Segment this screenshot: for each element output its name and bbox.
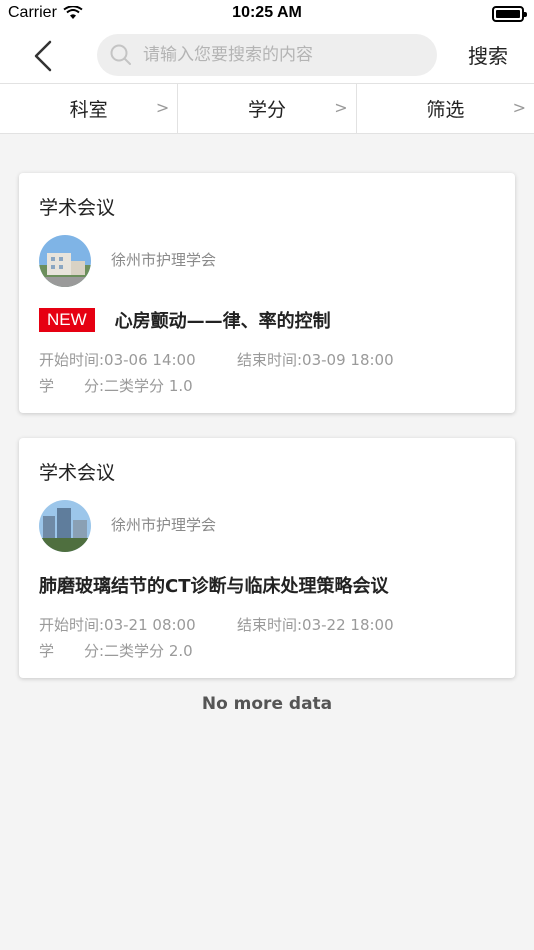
credit-row: 学 分:二类学分 1.0 (39, 375, 193, 396)
time-row: 开始时间:03-06 14:00 结束时间:03-09 18:00 (39, 349, 394, 370)
org-name: 徐州市护理学会 (111, 516, 217, 534)
org-name: 徐州市护理学会 (111, 251, 217, 269)
title-row: NEW 心房颤动——律、率的控制 (39, 307, 331, 333)
filter-label: 筛选 (426, 99, 465, 121)
credit-row: 学 分:二类学分 2.0 (39, 640, 193, 661)
card-type: 学术会议 (39, 197, 116, 219)
card-type: 学术会议 (39, 462, 116, 484)
chevron-right-icon: > (155, 98, 170, 117)
filter-bar: 科室 > 学分 > 筛选 > (0, 84, 534, 134)
new-badge: NEW (39, 308, 95, 332)
filter-credit[interactable]: 学分 > (178, 84, 357, 133)
back-chevron-icon[interactable] (26, 38, 62, 74)
title-row: 肺磨玻璃结节的CT诊断与临床处理策略会议 (39, 572, 389, 598)
start-time: 开始时间:03-06 14:00 (39, 351, 196, 369)
filter-label: 科室 (69, 99, 108, 121)
search-icon (110, 44, 131, 65)
meeting-card[interactable]: 学术会议 徐州市护理学会 肺磨玻璃结节的CT诊断与临床处理策略会议 开始时间:0… (19, 438, 515, 678)
filter-department[interactable]: 科室 > (0, 84, 179, 133)
chevron-right-icon: > (512, 98, 526, 117)
filter-screen[interactable]: 筛选 > (357, 84, 534, 133)
time-row: 开始时间:03-21 08:00 结束时间:03-22 18:00 (39, 614, 394, 635)
credit-text: 学 分:二类学分 2.0 (39, 642, 193, 660)
chevron-right-icon: > (334, 98, 348, 117)
meeting-card[interactable]: 学术会议 徐州市护理学会 NEW 心房颤动——律、率的控制 开始时间:03-06… (19, 173, 515, 413)
start-time: 开始时间:03-21 08:00 (39, 616, 196, 634)
search-input[interactable] (143, 45, 423, 65)
org-avatar-image (39, 235, 91, 287)
credit-text: 学 分:二类学分 1.0 (39, 377, 193, 395)
search-box[interactable] (97, 34, 437, 76)
org-avatar-image (39, 500, 91, 552)
status-time: 10:25 AM (232, 4, 302, 21)
card-title: 心房颤动——律、率的控制 (114, 311, 331, 332)
search-button[interactable]: 搜索 (468, 40, 508, 69)
card-title: 肺磨玻璃结节的CT诊断与临床处理策略会议 (39, 576, 389, 597)
nav-bar: 搜索 (0, 28, 534, 84)
filter-label: 学分 (247, 99, 286, 121)
no-more-data-label: No more data (201, 694, 333, 714)
end-time: 结束时间:03-09 18:00 (237, 351, 394, 369)
battery-icon (492, 6, 527, 22)
status-bar: Carrier 10:25 AM (0, 0, 534, 28)
end-time: 结束时间:03-22 18:00 (237, 616, 394, 634)
